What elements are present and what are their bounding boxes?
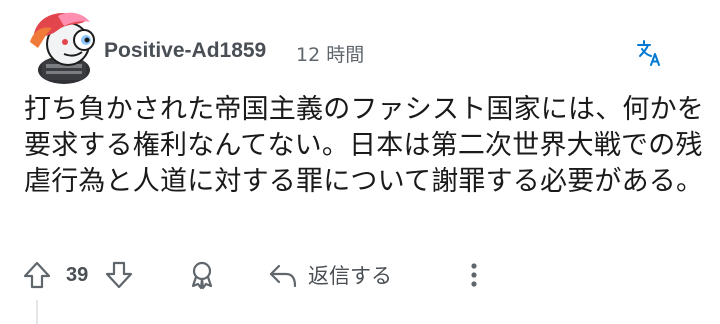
- upvote-button[interactable]: [22, 252, 52, 298]
- translate-icon: [637, 40, 660, 66]
- comment-header: Positive-Ad1859 12 時間: [24, 8, 704, 84]
- translate-button[interactable]: [634, 38, 668, 68]
- downvote-button[interactable]: [104, 252, 134, 298]
- reply-label: 返信する: [308, 264, 392, 288]
- thread-line[interactable]: [36, 300, 38, 324]
- award-icon: [191, 261, 213, 290]
- avatar-image: [30, 12, 95, 84]
- username[interactable]: Positive-Ad1859: [104, 39, 266, 63]
- comment-actions: 39 返信する: [20, 252, 710, 298]
- more-vertical-dots-icon: [471, 263, 477, 287]
- vote-score: 39: [58, 252, 96, 298]
- comment-body: 打ち負かされた帝国主義のファシスト国家には、何かを要求する権利なんてない。日本は…: [24, 94, 704, 197]
- vote-count: 39: [66, 263, 89, 286]
- avatar[interactable]: [24, 8, 100, 84]
- downvote-arrow-icon: [105, 261, 133, 289]
- upvote-arrow-icon: [23, 261, 51, 289]
- reply-button[interactable]: 返信する: [268, 252, 392, 298]
- reply-arrow-icon: [269, 264, 297, 288]
- award-button[interactable]: [186, 252, 218, 298]
- timestamp: 12 時間: [296, 44, 365, 66]
- more-options-button[interactable]: [464, 252, 484, 298]
